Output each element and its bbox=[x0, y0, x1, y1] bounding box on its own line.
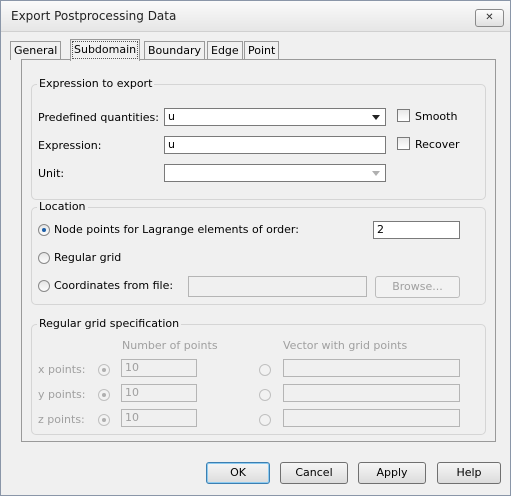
y-points-input[interactable]: 10 bbox=[121, 384, 197, 402]
ok-button[interactable]: OK bbox=[206, 462, 270, 484]
number-of-points-header: Number of points bbox=[122, 339, 218, 352]
export-dialog: Export Postprocessing Data ✕ General Sub… bbox=[0, 0, 511, 496]
chevron-down-icon bbox=[372, 171, 380, 176]
tab-point[interactable]: Point bbox=[244, 41, 280, 60]
tab-general[interactable]: General bbox=[10, 41, 62, 60]
predefined-quantities-label: Predefined quantities: bbox=[38, 111, 159, 124]
tab-edge[interactable]: Edge bbox=[207, 41, 243, 60]
subdomain-panel: Expression to export Predefined quantiti… bbox=[21, 59, 496, 442]
title-bar: Export Postprocessing Data ✕ bbox=[1, 1, 510, 32]
tab-subdomain[interactable]: Subdomain bbox=[70, 39, 141, 61]
predefined-quantities-value: u bbox=[168, 110, 175, 123]
smooth-label: Smooth bbox=[415, 110, 458, 123]
x-points-input[interactable]: 10 bbox=[121, 359, 197, 377]
expression-group-title: Expression to export bbox=[37, 77, 155, 90]
node-points-label: Node points for Lagrange elements of ord… bbox=[54, 223, 299, 236]
z-vector-radio[interactable] bbox=[259, 414, 271, 426]
expression-label: Expression: bbox=[38, 139, 102, 152]
x-points-label: x points: bbox=[38, 363, 86, 376]
z-number-radio[interactable] bbox=[98, 414, 110, 426]
close-button[interactable]: ✕ bbox=[475, 9, 504, 27]
y-vector-input[interactable] bbox=[283, 384, 460, 402]
apply-button[interactable]: Apply bbox=[358, 462, 426, 484]
z-vector-input[interactable] bbox=[283, 409, 460, 427]
location-group-title: Location bbox=[37, 200, 88, 213]
dialog-title: Export Postprocessing Data bbox=[11, 9, 177, 23]
recover-checkbox[interactable] bbox=[397, 137, 410, 150]
x-number-radio[interactable] bbox=[98, 364, 110, 376]
unit-select[interactable] bbox=[164, 164, 386, 182]
z-points-label: z points: bbox=[38, 413, 85, 426]
regular-grid-radio[interactable] bbox=[38, 252, 50, 264]
order-input[interactable]: 2 bbox=[373, 221, 460, 239]
vector-grid-points-header: Vector with grid points bbox=[283, 339, 408, 352]
predefined-quantities-select[interactable]: u bbox=[164, 108, 386, 126]
node-points-radio[interactable] bbox=[38, 224, 50, 236]
coords-file-label: Coordinates from file: bbox=[54, 279, 174, 292]
chevron-down-icon bbox=[372, 115, 380, 120]
z-points-input[interactable]: 10 bbox=[121, 409, 197, 427]
browse-button[interactable]: Browse... bbox=[375, 276, 460, 298]
unit-label: Unit: bbox=[38, 167, 65, 180]
expression-input[interactable]: u bbox=[164, 136, 386, 154]
close-icon: ✕ bbox=[485, 12, 494, 23]
y-number-radio[interactable] bbox=[98, 389, 110, 401]
y-vector-radio[interactable] bbox=[259, 389, 271, 401]
x-vector-input[interactable] bbox=[283, 359, 460, 377]
help-button[interactable]: Help bbox=[437, 462, 501, 484]
recover-label: Recover bbox=[415, 138, 460, 151]
cancel-button[interactable]: Cancel bbox=[280, 462, 348, 484]
grid-spec-group-title: Regular grid specification bbox=[37, 317, 182, 330]
x-vector-radio[interactable] bbox=[259, 364, 271, 376]
regular-grid-label: Regular grid bbox=[54, 251, 122, 264]
y-points-label: y points: bbox=[38, 388, 86, 401]
coords-file-input[interactable] bbox=[188, 276, 367, 297]
coords-file-radio[interactable] bbox=[38, 280, 50, 292]
smooth-checkbox[interactable] bbox=[397, 109, 410, 122]
tab-boundary[interactable]: Boundary bbox=[144, 41, 205, 60]
